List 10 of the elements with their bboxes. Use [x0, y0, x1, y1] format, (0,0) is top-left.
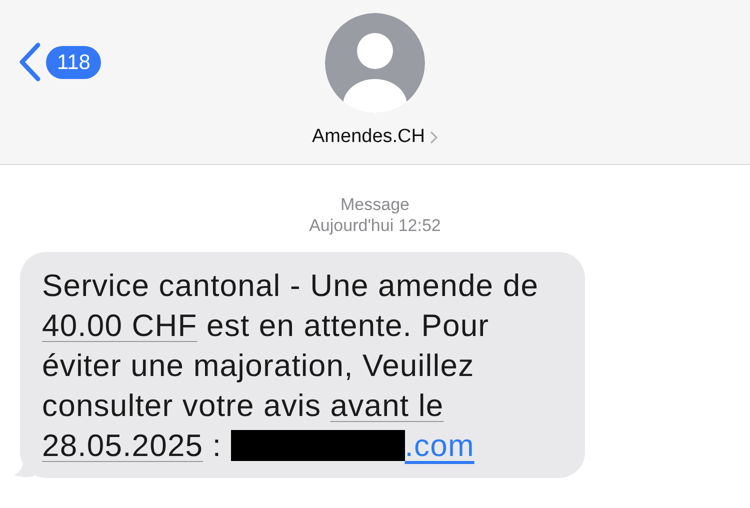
service-label: Message	[340, 194, 410, 215]
timestamp: Aujourd'hui 12:52	[309, 215, 441, 236]
back-button[interactable]: 118	[18, 42, 102, 82]
message-link[interactable]: .com	[404, 428, 474, 463]
contact-name-button[interactable]: Amendes.CH	[312, 126, 438, 148]
avatar-icon	[325, 13, 425, 113]
unread-count-badge: 118	[46, 46, 102, 78]
message-text: Service cantonal - Une amende de 40.00 CHF est en attente. Pour éviter une majoration, Veuillez consulter votre avis avant le 28.05.2025 : .com	[42, 268, 539, 463]
back-chevron-icon	[18, 42, 42, 82]
chevron-icon	[430, 130, 438, 144]
